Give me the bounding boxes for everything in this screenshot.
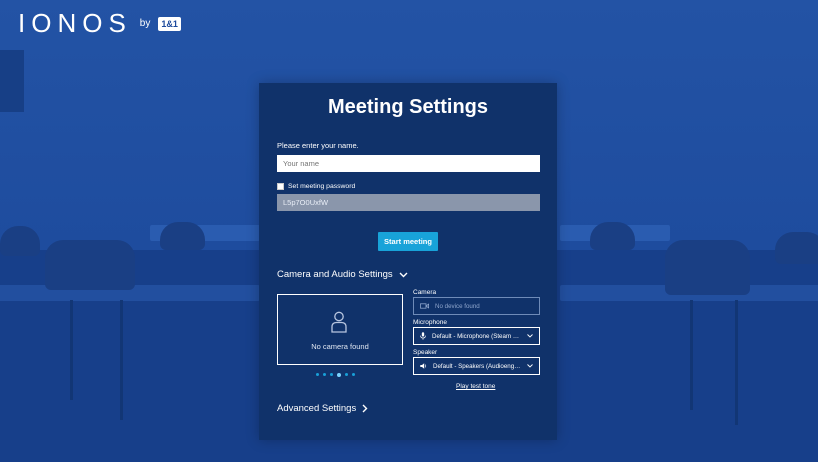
background-chair-leg: [120, 300, 123, 420]
camera-preview: No camera found: [277, 294, 403, 365]
password-checkbox[interactable]: [277, 183, 284, 190]
person-icon: [331, 311, 347, 333]
logo-by: by: [139, 18, 151, 29]
advanced-settings-toggle[interactable]: Advanced Settings: [277, 403, 368, 414]
camera-label: Camera: [413, 289, 437, 296]
logo-badge: 1&1: [158, 16, 181, 31]
background-chair: [45, 240, 135, 290]
play-test-tone-link[interactable]: Play test tone: [456, 383, 495, 390]
dialog-title: Meeting Settings: [327, 96, 488, 118]
speaker-select[interactable]: Default - Speakers (Audioengin…: [413, 357, 540, 375]
background-chair: [775, 232, 818, 264]
carousel-dot[interactable]: [352, 373, 355, 376]
microphone-select[interactable]: Default - Microphone (Steam S…: [413, 327, 540, 345]
camera-audio-section-toggle[interactable]: Camera and Audio Settings: [277, 269, 408, 280]
background-chair: [665, 240, 750, 295]
chevron-down-icon: [527, 334, 533, 338]
background-chair: [0, 226, 40, 256]
chevron-down-icon: [527, 364, 533, 368]
advanced-settings-label: Advanced Settings: [277, 403, 357, 414]
speaker-select-value: Default - Speakers (Audioengin…: [433, 362, 521, 370]
camera-audio-section-label: Camera and Audio Settings: [277, 269, 393, 280]
background-chair: [590, 222, 635, 250]
meeting-settings-dialog: Meeting Settings Please enter your name.…: [259, 83, 557, 440]
carousel-dot[interactable]: [316, 373, 319, 376]
name-prompt: Please enter your name.: [277, 141, 359, 150]
name-input[interactable]: [277, 155, 540, 172]
password-checkbox-label[interactable]: Set meeting password: [288, 183, 355, 190]
camera-select-value: No device found: [435, 302, 480, 310]
video-icon: [420, 303, 429, 309]
ionos-logo[interactable]: IONOS by 1&1: [18, 8, 181, 39]
microphone-select-value: Default - Microphone (Steam S…: [432, 332, 521, 340]
background-chair-leg: [735, 300, 738, 425]
logo-brand: IONOS: [18, 8, 132, 38]
background-panel: [0, 50, 24, 112]
background-chair-leg: [70, 300, 73, 400]
carousel-dot-active[interactable]: [337, 372, 341, 377]
start-meeting-button[interactable]: Start meeting: [378, 232, 438, 251]
chevron-down-icon: [399, 272, 408, 277]
password-field[interactable]: L5p7O0UxfW: [277, 194, 540, 211]
camera-carousel-dots: [316, 372, 355, 377]
chevron-right-icon: [362, 404, 368, 413]
microphone-label: Microphone: [413, 319, 447, 326]
microphone-icon: [420, 332, 426, 340]
background-chair: [160, 222, 205, 250]
carousel-dot[interactable]: [345, 373, 348, 376]
speaker-label: Speaker: [413, 349, 438, 356]
speaker-icon: [420, 363, 427, 369]
carousel-dot[interactable]: [323, 373, 326, 376]
no-camera-text: No camera found: [311, 342, 369, 351]
background-chair-leg: [690, 300, 693, 410]
carousel-dot[interactable]: [330, 373, 333, 376]
camera-select[interactable]: No device found: [413, 297, 540, 315]
